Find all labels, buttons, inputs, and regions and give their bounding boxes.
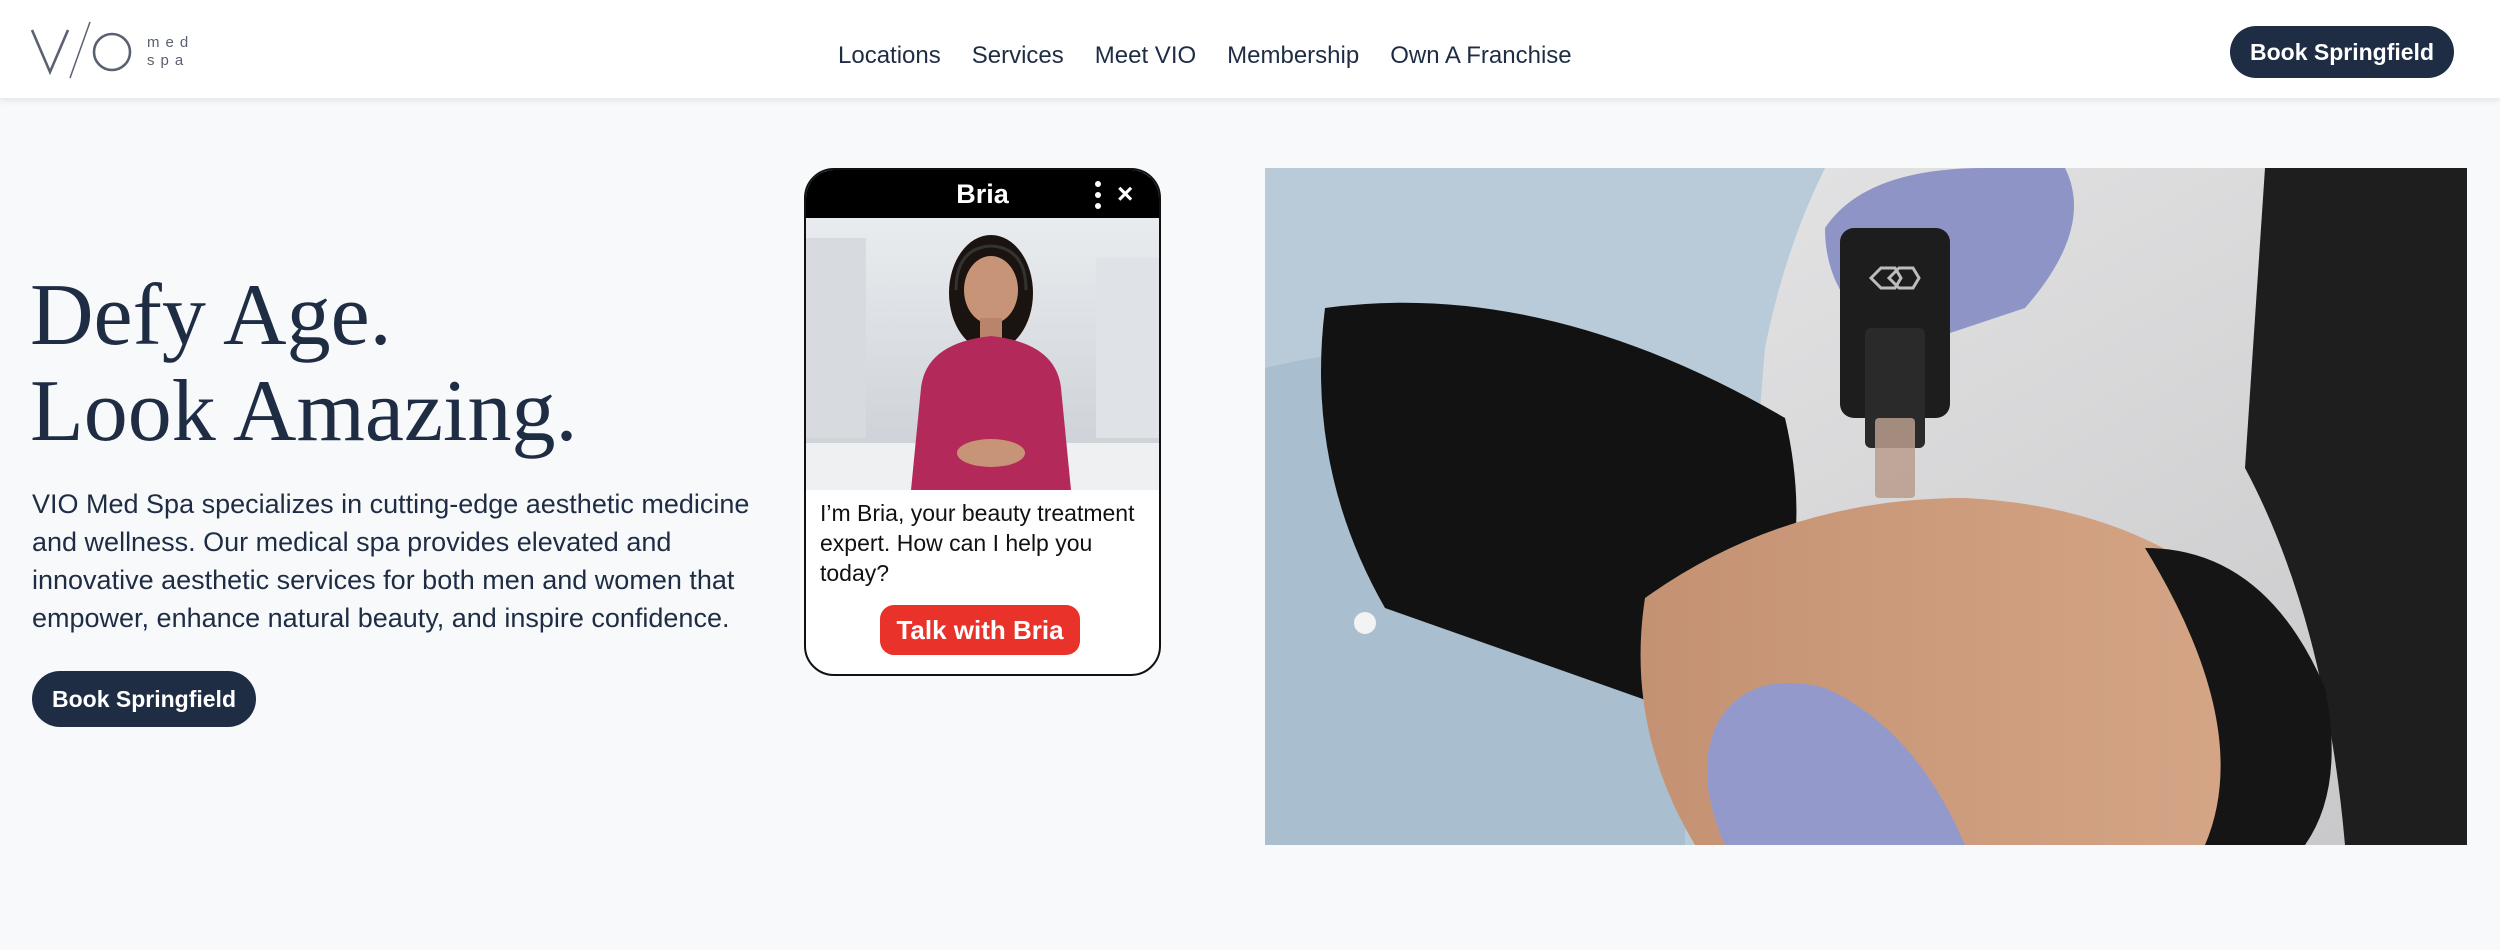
vertical-dots-icon[interactable] [1093,180,1103,210]
book-springfield-header-button[interactable]: Book Springfield [2230,26,2454,78]
nav-membership[interactable]: Membership [1227,42,1359,70]
logo-subtext: med spa [147,34,195,69]
nav-meet-vio[interactable]: Meet VIO [1095,42,1196,70]
hero-description: VIO Med Spa specializes in cutting-edge … [32,489,750,633]
hero-title-line1: Defy Age. [30,267,392,364]
bria-name: Bria [956,178,1009,209]
bria-message: I’m Bria, your beauty treatment expert. … [820,500,1135,586]
talk-with-bria-button[interactable]: Talk with Bria [880,605,1080,655]
bria-chat-widget: Bria × I’m Bria, your beauty treatment e… [804,168,1161,676]
vio-logo-icon [30,21,132,79]
nav-own-a-franchise[interactable]: Own A Franchise [1390,42,1571,70]
main-nav: Locations Services Meet VIO Membership O… [838,38,1603,74]
bria-avatar-image [806,218,1159,490]
hero-treatment-image [1265,168,2467,845]
nav-services[interactable]: Services [972,42,1064,70]
book-springfield-hero-button[interactable]: Book Springfield [32,671,256,727]
close-icon[interactable]: × [1117,178,1133,210]
nav-locations[interactable]: Locations [838,42,941,70]
logo[interactable]: med spa [30,20,200,82]
hero-title-line2: Look Amazing. [30,363,578,460]
site-header: med spa Locations Services Meet VIO Memb… [0,0,2500,99]
hero-title: Defy Age. Look Amazing. [30,268,577,460]
bria-header: Bria × [806,170,1159,218]
